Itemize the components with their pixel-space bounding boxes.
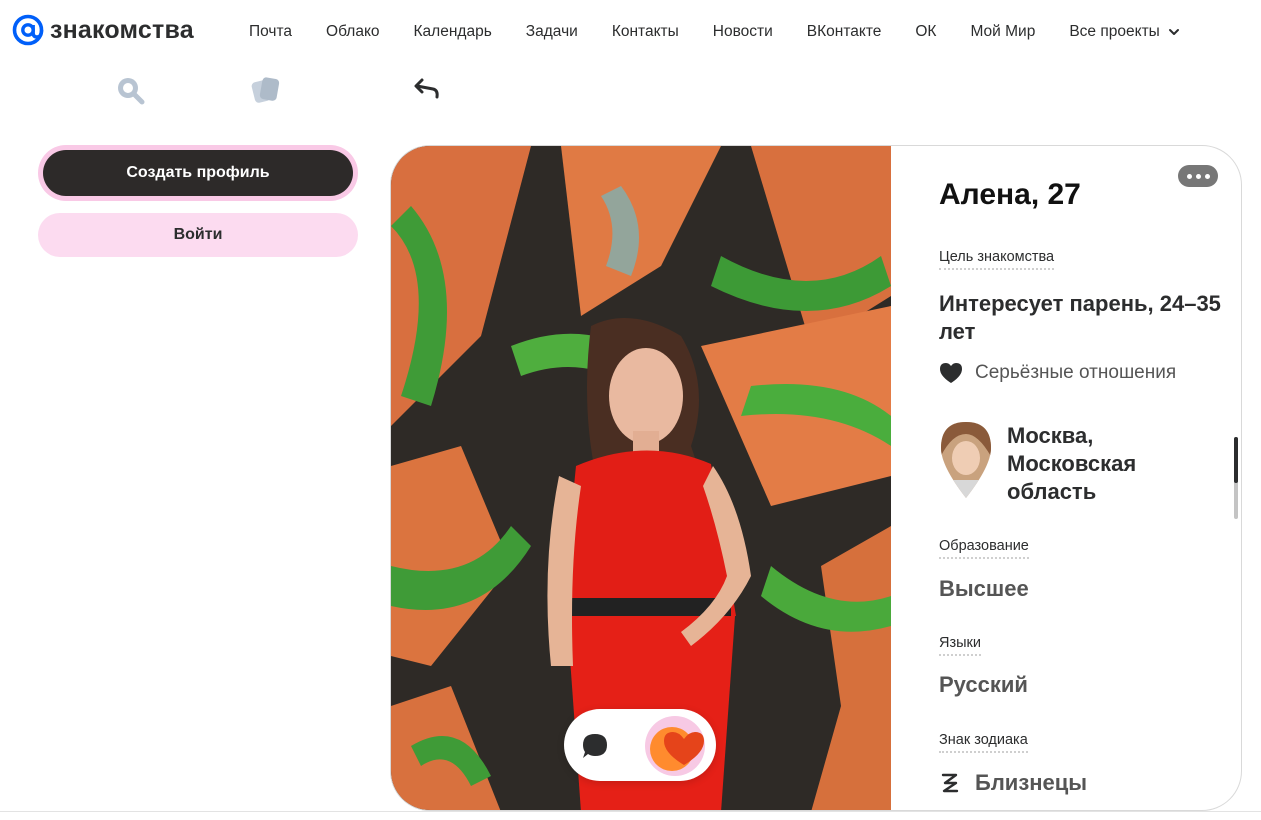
zodiac-value: Близнецы xyxy=(975,770,1088,795)
nav-link-cloud[interactable]: Облако xyxy=(326,22,379,42)
education-value: Высшее xyxy=(939,576,1029,601)
languages-value: Русский xyxy=(939,672,1028,697)
nav-link-calendar[interactable]: Календарь xyxy=(414,22,492,42)
projects-nav: Почта Облако Календарь Задачи Контакты Н… xyxy=(249,22,1180,42)
like-heart-icon[interactable] xyxy=(644,715,708,777)
create-profile-button[interactable]: Создать профиль xyxy=(43,150,353,196)
goal-label: Цель знакомства xyxy=(939,249,1055,270)
nav-link-ok[interactable]: ОК xyxy=(915,22,936,42)
profile-name-age: Алена, 27 xyxy=(939,178,1081,211)
chevron-down-icon xyxy=(1168,29,1179,35)
location-text: Москва, Московская область xyxy=(1007,423,1137,504)
scrollbar[interactable] xyxy=(1234,437,1238,519)
zodiac-label: Знак зодиака xyxy=(939,732,1028,753)
search-icon[interactable] xyxy=(112,72,148,108)
nav-link-moy-mir[interactable]: Мой Мир xyxy=(970,22,1035,42)
relationship-type: Серьёзные отношения xyxy=(939,362,1176,384)
all-projects-dropdown[interactable]: Все проекты xyxy=(1069,23,1179,41)
logo[interactable]: знакомства xyxy=(12,14,194,46)
profile-card: Алена, 27 Цель знакомства Интересует пар… xyxy=(390,145,1242,811)
login-button[interactable]: Войти xyxy=(38,213,358,257)
top-bar: знакомства Почта Облако Календарь Задачи… xyxy=(0,0,1261,64)
cards-icon[interactable] xyxy=(248,72,284,108)
create-profile-wrapper: Создать профиль xyxy=(38,145,358,201)
nav-link-mail[interactable]: Почта xyxy=(249,22,292,42)
section-toolbar xyxy=(0,72,1261,112)
location: Москва, Московская область xyxy=(939,420,1207,506)
at-logo-icon xyxy=(12,14,44,46)
scrollbar-thumb[interactable] xyxy=(1234,437,1238,483)
education-label: Образование xyxy=(939,538,1029,559)
nav-link-news[interactable]: Новости xyxy=(713,22,773,42)
location-pin-avatar-icon xyxy=(941,422,991,498)
nav-link-vkontakte[interactable]: ВКонтакте xyxy=(807,22,882,42)
heart-icon xyxy=(940,363,962,383)
relationship-label: Серьёзные отношения xyxy=(975,362,1177,383)
profile-info: Алена, 27 Цель знакомства Интересует пар… xyxy=(939,146,1229,810)
photo-actions xyxy=(564,709,716,781)
chat-icon[interactable] xyxy=(578,729,612,763)
all-projects-label: Все проекты xyxy=(1069,23,1160,40)
profile-photo[interactable] xyxy=(391,146,891,810)
back-arrow-icon[interactable] xyxy=(408,72,444,108)
zodiac-gemini-icon xyxy=(941,773,959,793)
nav-link-tasks[interactable]: Задачи xyxy=(526,22,578,42)
logo-text: знакомства xyxy=(50,15,194,44)
nav-link-contacts[interactable]: Контакты xyxy=(612,22,679,42)
divider xyxy=(0,811,1261,812)
zodiac: Близнецы xyxy=(939,770,1087,796)
goal-value: Интересует парень, 24–35 лет xyxy=(939,291,1221,344)
languages-label: Языки xyxy=(939,635,981,656)
